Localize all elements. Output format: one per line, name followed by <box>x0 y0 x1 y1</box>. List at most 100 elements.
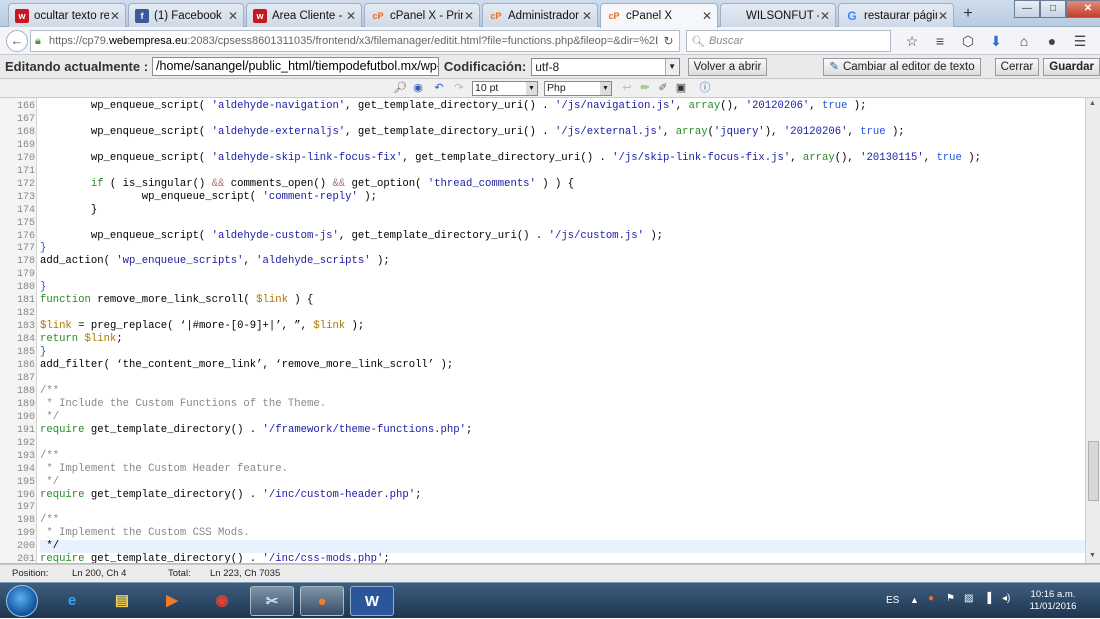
tab-close-icon[interactable]: ✕ <box>345 9 357 23</box>
reset-icon[interactable]: ✐ <box>656 81 670 96</box>
code-token: 'jquery' <box>713 125 765 138</box>
close-window-button[interactable]: ✕ <box>1066 0 1100 18</box>
back-button[interactable]: ← <box>6 30 28 52</box>
reopen-button[interactable]: Volver a abrir <box>687 57 768 76</box>
tab-close-icon[interactable]: ✕ <box>227 9 239 23</box>
code-token: , <box>675 100 689 112</box>
code-line: return $link; <box>40 333 1085 346</box>
help-icon[interactable]: ⓘ <box>698 81 712 96</box>
new-tab-button[interactable]: + <box>957 5 979 25</box>
tab-close-icon[interactable]: ✕ <box>937 9 949 23</box>
tab-title: cPanel X <box>626 10 673 22</box>
code-token: require <box>40 488 85 501</box>
file-path-field[interactable]: /home/sanangel/public_html/tiempodefutbo… <box>152 57 439 76</box>
highlight-icon[interactable]: ✏ <box>638 81 652 96</box>
tab-close-icon[interactable]: ✕ <box>109 9 121 23</box>
download-icon[interactable]: ⬇ <box>982 30 1010 52</box>
line-number: 182 <box>16 308 35 320</box>
font-size-select[interactable]: 10 pt ▼ <box>472 81 538 96</box>
switch-editor-button[interactable]: ✎ Cambiar al editor de texto <box>823 57 981 76</box>
code-token: /** <box>40 384 60 397</box>
code-line: require get_template_directory() . '/fra… <box>40 424 1085 437</box>
address-bar[interactable]: 🔒︎ https://cp79.webempresa.eu:2083/cpses… <box>30 30 680 52</box>
scrollbar-thumb[interactable] <box>1088 441 1099 501</box>
chrome-icon[interactable]: ◉ <box>200 586 244 616</box>
volume-icon[interactable]: ◂) <box>1002 593 1010 604</box>
code-token: '/js/skip-link-focus-fix.js' <box>612 151 791 164</box>
tab-2[interactable]: f (1) Facebook ✕ <box>128 3 244 27</box>
code-line: wp_enqueue_script( 'comment-reply' ); <box>40 191 1085 204</box>
code-token: && <box>332 177 346 190</box>
tab-title: ocultar texto re... <box>34 9 109 22</box>
code-line: } <box>40 346 1085 359</box>
file-explorer-icon[interactable]: ▤ <box>100 586 144 616</box>
flag-icon[interactable]: ⚑ <box>946 593 955 604</box>
tab-8[interactable]: Grestaurar págin...✕ <box>838 3 954 27</box>
home-icon[interactable]: ⌂ <box>1010 30 1038 52</box>
tab-7[interactable]: WILSONFUT - Lo ...✕ <box>720 3 836 27</box>
code-token: , <box>923 151 937 164</box>
bookmark-star-icon[interactable]: ☆ <box>898 30 926 52</box>
maximize-button[interactable]: □ <box>1040 0 1066 18</box>
word-icon[interactable]: W <box>350 586 394 616</box>
media-player-icon[interactable]: ▶ <box>150 586 194 616</box>
tab-close-icon[interactable]: ✕ <box>463 9 475 23</box>
start-button[interactable] <box>6 585 38 617</box>
snipping-tool-icon[interactable]: ✂ <box>250 586 294 616</box>
reload-icon[interactable]: ↻ <box>657 34 679 48</box>
fullscreen-icon[interactable]: ▣ <box>674 81 688 96</box>
menu-icon[interactable]: ☰ <box>1066 30 1094 52</box>
network-icon[interactable]: ▨ <box>964 593 973 604</box>
code-token: 'comment-reply' <box>262 190 358 203</box>
tab-favicon-icon: cP <box>490 10 502 21</box>
tab-close-icon[interactable]: ✕ <box>701 9 713 23</box>
tab-6[interactable]: cP cPanel X ✕ <box>600 3 718 28</box>
app-tray-icon[interactable]: ● <box>928 593 934 604</box>
close-button[interactable]: Cerrar <box>994 57 1040 76</box>
undo-icon[interactable]: ↶ <box>432 81 446 96</box>
internet-explorer-icon[interactable]: e <box>50 586 94 616</box>
pocket-icon[interactable]: ⬡ <box>954 30 982 52</box>
code-token: /** <box>40 514 60 527</box>
find-icon[interactable]: 🔎︎ <box>392 81 408 96</box>
wrap-icon[interactable]: ↩ <box>620 81 634 96</box>
code-line: * Implement the Custom Header feature. <box>40 463 1085 476</box>
tab-4[interactable]: cP cPanel X - Prin...✕ <box>364 3 480 27</box>
minimize-button[interactable]: — <box>1014 0 1040 18</box>
language-indicator[interactable]: ES <box>886 595 899 606</box>
code-token: return <box>40 333 79 346</box>
code-token: 'aldehyde_scripts' <box>256 255 371 268</box>
tab-close-icon[interactable]: ✕ <box>819 9 831 23</box>
tab-favicon-icon: w <box>15 8 29 23</box>
line-number: 178 <box>16 256 35 268</box>
code-token: , get_template_directory_uri() . <box>338 229 549 242</box>
code-token: */ <box>40 540 60 553</box>
line-number: 187 <box>16 372 35 384</box>
chat-icon[interactable]: ● <box>1038 30 1066 52</box>
save-button[interactable]: Guardar <box>1043 57 1100 76</box>
show-hidden-icons[interactable]: ▲ <box>910 595 919 605</box>
reading-list-icon[interactable]: ≡ <box>926 30 954 52</box>
line-number: 172 <box>16 178 35 190</box>
tab-1[interactable]: w ocultar texto re...✕ <box>8 3 126 27</box>
goto-line-icon[interactable]: ◉ <box>410 81 426 96</box>
code-editor[interactable]: 166 167 168 169 170 171 172 173 174 175 176 177 178 1… <box>0 98 1100 564</box>
syntax-select[interactable]: Php ▼ <box>544 81 612 96</box>
code-token: } <box>40 203 98 216</box>
clock[interactable]: 10:16 a.m. 11/01/2016 <box>1028 589 1078 613</box>
search-input[interactable]: 🔍︎ Buscar <box>686 30 891 52</box>
tab-close-icon[interactable]: ✕ <box>581 9 593 23</box>
encoding-select[interactable]: utf-8 ▼ <box>531 57 680 76</box>
signal-icon[interactable]: ▐ <box>984 593 991 604</box>
redo-icon[interactable]: ↷ <box>452 81 466 96</box>
vertical-scrollbar[interactable]: ▲ ▼ <box>1085 98 1100 563</box>
position-value: Ln 200, Ch 4 <box>72 568 127 579</box>
tab-3[interactable]: w Área Cliente - ...✕ <box>246 3 362 27</box>
tab-5[interactable]: cP Administrador ...✕ <box>482 3 598 27</box>
firefox-icon[interactable]: ● <box>300 586 344 616</box>
scroll-down-icon[interactable]: ▼ <box>1089 552 1096 559</box>
scroll-up-icon[interactable]: ▲ <box>1089 100 1096 107</box>
line-number: 169 <box>16 139 35 151</box>
